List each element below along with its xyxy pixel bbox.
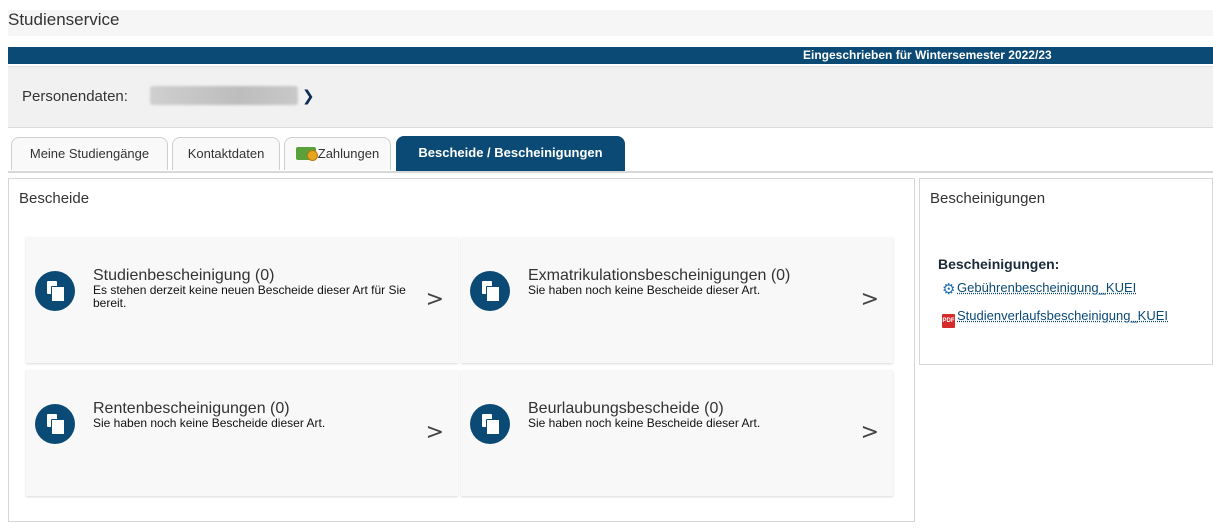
page-title: Studienservice [8,10,1213,36]
card-studienbescheinigung[interactable]: Studienbescheinigung (0) Es stehen derze… [26,237,458,363]
bescheinigungen-title: Bescheinigungen [930,190,1046,207]
card-exmatrikulationsbescheinigungen[interactable]: Exmatrikulationsbescheinigungen (0) Sie … [461,237,893,363]
card-description: Sie haben noch keine Bescheide dieser Ar… [93,416,326,430]
enrollment-status: Eingeschrieben für Wintersemester 2022/2… [803,48,1052,62]
card-description: Sie haben noch keine Bescheide dieser Ar… [528,283,761,297]
money-icon [295,147,318,161]
link-label: Gebührenbescheinigung_KUEI [957,280,1137,295]
tab-bescheide-bescheinigungen[interactable]: Bescheide / Bescheinigungen [396,136,625,171]
tab-zahlungen[interactable]: Zahlungen [284,137,391,170]
document-icon [470,404,510,444]
tab-label: Kontaktdaten [187,146,265,161]
chevron-right-icon[interactable]: > [426,420,444,445]
card-description: Sie haben noch keine Bescheide dieser Ar… [528,416,761,430]
bescheide-title: Bescheide [19,190,90,207]
tab-label: Zahlungen [317,146,380,161]
link-studienverlaufsbescheinigung[interactable]: PDF Studienverlaufsbescheinigung_KUEI [942,308,1168,328]
pdf-icon: PDF [942,314,955,328]
enrollment-bar: Eingeschrieben für Wintersemester 2022/2… [8,47,1213,64]
gear-icon: ⚙ [942,281,956,298]
person-name-redacted [150,86,298,105]
bescheide-panel: Bescheide Studienbescheinigung (0) Es st… [8,178,915,522]
link-label: Studienverlaufsbescheinigung_KUEI [957,308,1169,323]
chevron-right-icon[interactable]: > [426,287,444,312]
tab-bar: Meine Studiengänge Kontaktdaten Zahlunge… [8,136,1213,172]
card-rentenbescheinigungen[interactable]: Rentenbescheinigungen (0) Sie haben noch… [26,370,458,496]
tab-meine-studiengaenge[interactable]: Meine Studiengänge [11,137,168,170]
link-gebuehrenbescheinigung[interactable]: ⚙ Gebührenbescheinigung_KUEI [942,280,1137,298]
chevron-right-icon[interactable]: > [861,287,879,312]
chevron-right-icon[interactable]: > [861,420,879,445]
tab-divider [8,171,1213,173]
tab-label: Bescheide / Bescheinigungen [418,145,603,160]
document-icon [35,404,75,444]
person-data-label: Personendaten: [22,88,128,105]
document-icon [470,271,510,311]
card-description: Es stehen derzeit keine neuen Bescheide … [93,283,406,310]
person-expand-chevron-icon[interactable]: ❯ [302,87,315,105]
document-icon [35,271,75,311]
card-beurlaubungsbescheide[interactable]: Beurlaubungsbescheide (0) Sie haben noch… [461,370,893,496]
person-data-panel[interactable]: Personendaten: ❯ [8,66,1213,128]
bescheinigungen-panel: Bescheinigungen Bescheinigungen: ⚙ Gebühr… [919,178,1213,365]
tab-label: Meine Studiengänge [29,146,150,161]
tab-kontaktdaten[interactable]: Kontaktdaten [172,137,280,170]
bescheinigungen-heading: Bescheinigungen: [938,256,1060,272]
